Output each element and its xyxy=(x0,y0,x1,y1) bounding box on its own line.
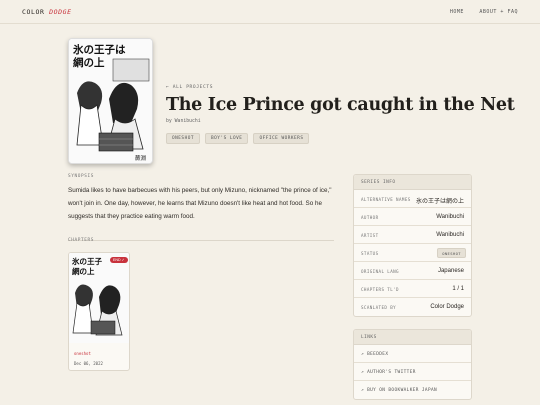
info-key: ORIGINAL LANG xyxy=(361,269,399,274)
info-key: AUTHOR xyxy=(361,215,379,220)
info-row-scanlated-by: SCANLATED BY Color Dodge xyxy=(354,298,471,316)
page-title: The Ice Prince got caught in the Net xyxy=(166,95,515,115)
cover-author-mark: 蕨淵 xyxy=(135,154,147,162)
nav-links: HOME ABOUT + FAQ xyxy=(438,9,518,15)
link-item-beeddex[interactable]: ↗ BEEDDEX xyxy=(354,345,471,363)
info-row-original-lang: ORIGINAL LANG Japanese xyxy=(354,262,471,280)
svg-text:氷の王子は: 氷の王子は xyxy=(72,43,126,56)
series-info-panel: SERIES INFO ALTERNATIVE NAMES 氷の王子は網の上 A… xyxy=(353,174,472,317)
synopsis-label: SYNOPSIS xyxy=(68,174,94,179)
info-key: ARTIST xyxy=(361,233,379,238)
chapter-card[interactable]: 氷の王子 網の上 END ✓ oneshot Dec 06, 2022 xyxy=(68,252,130,371)
svg-text:網の上: 網の上 xyxy=(72,266,95,276)
svg-text:網の上: 網の上 xyxy=(73,56,105,69)
status-badge: ONESHOT xyxy=(437,248,466,258)
info-row-author: AUTHOR Wanibuchi xyxy=(354,208,471,226)
tag-boys-love[interactable]: BOY'S LOVE xyxy=(205,133,249,144)
link-item-authors-twitter[interactable]: ↗ AUTHOR'S TWITTER xyxy=(354,363,471,381)
section-divider xyxy=(68,240,334,241)
top-nav: COLOR DODGE HOME ABOUT + FAQ xyxy=(0,0,540,24)
cover-art: 氷の王子は 網の上 蕨淵 xyxy=(69,39,152,163)
info-row-alt-names: ALTERNATIVE NAMES 氷の王子は網の上 xyxy=(354,190,471,208)
site-logo[interactable]: COLOR DODGE xyxy=(22,8,72,16)
tag-list: ONESHOT BOY'S LOVE OFFICE WORKERS xyxy=(166,133,310,144)
synopsis-text: Sumida likes to have barbecues with his … xyxy=(68,187,332,220)
nav-about-link[interactable]: ABOUT + FAQ xyxy=(479,9,518,15)
link-label[interactable]: ↗ BUY ON BOOKWALKER JAPAN xyxy=(361,388,437,393)
chapter-date: Dec 06, 2022 xyxy=(74,361,103,366)
info-value[interactable]: Wanibuchi xyxy=(436,232,464,238)
link-label[interactable]: ↗ BEEDDEX xyxy=(361,352,388,357)
chapter-thumbnail: 氷の王子 網の上 END ✓ xyxy=(69,253,129,343)
info-value: 氷の王子は網の上 xyxy=(415,198,464,205)
tag-oneshot[interactable]: ONESHOT xyxy=(166,133,201,144)
svg-text:氷の王子: 氷の王子 xyxy=(72,256,102,266)
info-value[interactable]: Color Dodge xyxy=(430,304,464,310)
link-label[interactable]: ↗ AUTHOR'S TWITTER xyxy=(361,370,416,375)
links-header: LINKS xyxy=(354,330,471,345)
chapter-name[interactable]: oneshot xyxy=(74,351,91,356)
info-row-status: STATUS ONESHOT xyxy=(354,244,471,262)
cover-image: 氷の王子は 網の上 蕨淵 xyxy=(68,38,153,164)
links-panel: LINKS ↗ BEEDDEX ↗ AUTHOR'S TWITTER ↗ BUY… xyxy=(353,329,472,400)
series-info-header: SERIES INFO xyxy=(354,175,471,190)
info-value: 1 / 1 xyxy=(452,285,464,292)
info-value[interactable]: Wanibuchi xyxy=(436,214,464,220)
all-projects-link[interactable]: ← ALL PROJECTS xyxy=(166,85,213,90)
nav-home-link[interactable]: HOME xyxy=(450,9,464,15)
info-key: SCANLATED BY xyxy=(361,305,397,310)
info-value: Japanese xyxy=(437,267,464,274)
info-row-chapters-tld: CHAPTERS TL'D 1 / 1 xyxy=(354,280,471,298)
info-key: STATUS xyxy=(361,251,379,256)
link-item-bookwalker[interactable]: ↗ BUY ON BOOKWALKER JAPAN xyxy=(354,381,471,399)
chapter-end-badge: END ✓ xyxy=(110,257,128,263)
brand-accent: DODGE xyxy=(49,8,72,16)
info-key: CHAPTERS TL'D xyxy=(361,287,399,292)
info-key: ALTERNATIVE NAMES xyxy=(361,197,411,202)
chapters-label: CHAPTERS xyxy=(68,238,94,243)
byline: by Wanibuchi xyxy=(166,119,201,124)
info-row-artist: ARTIST Wanibuchi xyxy=(354,226,471,244)
tag-office-workers[interactable]: OFFICE WORKERS xyxy=(253,133,310,144)
chapter-thumb-art: 氷の王子 網の上 xyxy=(69,253,129,343)
brand-main: COLOR xyxy=(22,8,45,16)
